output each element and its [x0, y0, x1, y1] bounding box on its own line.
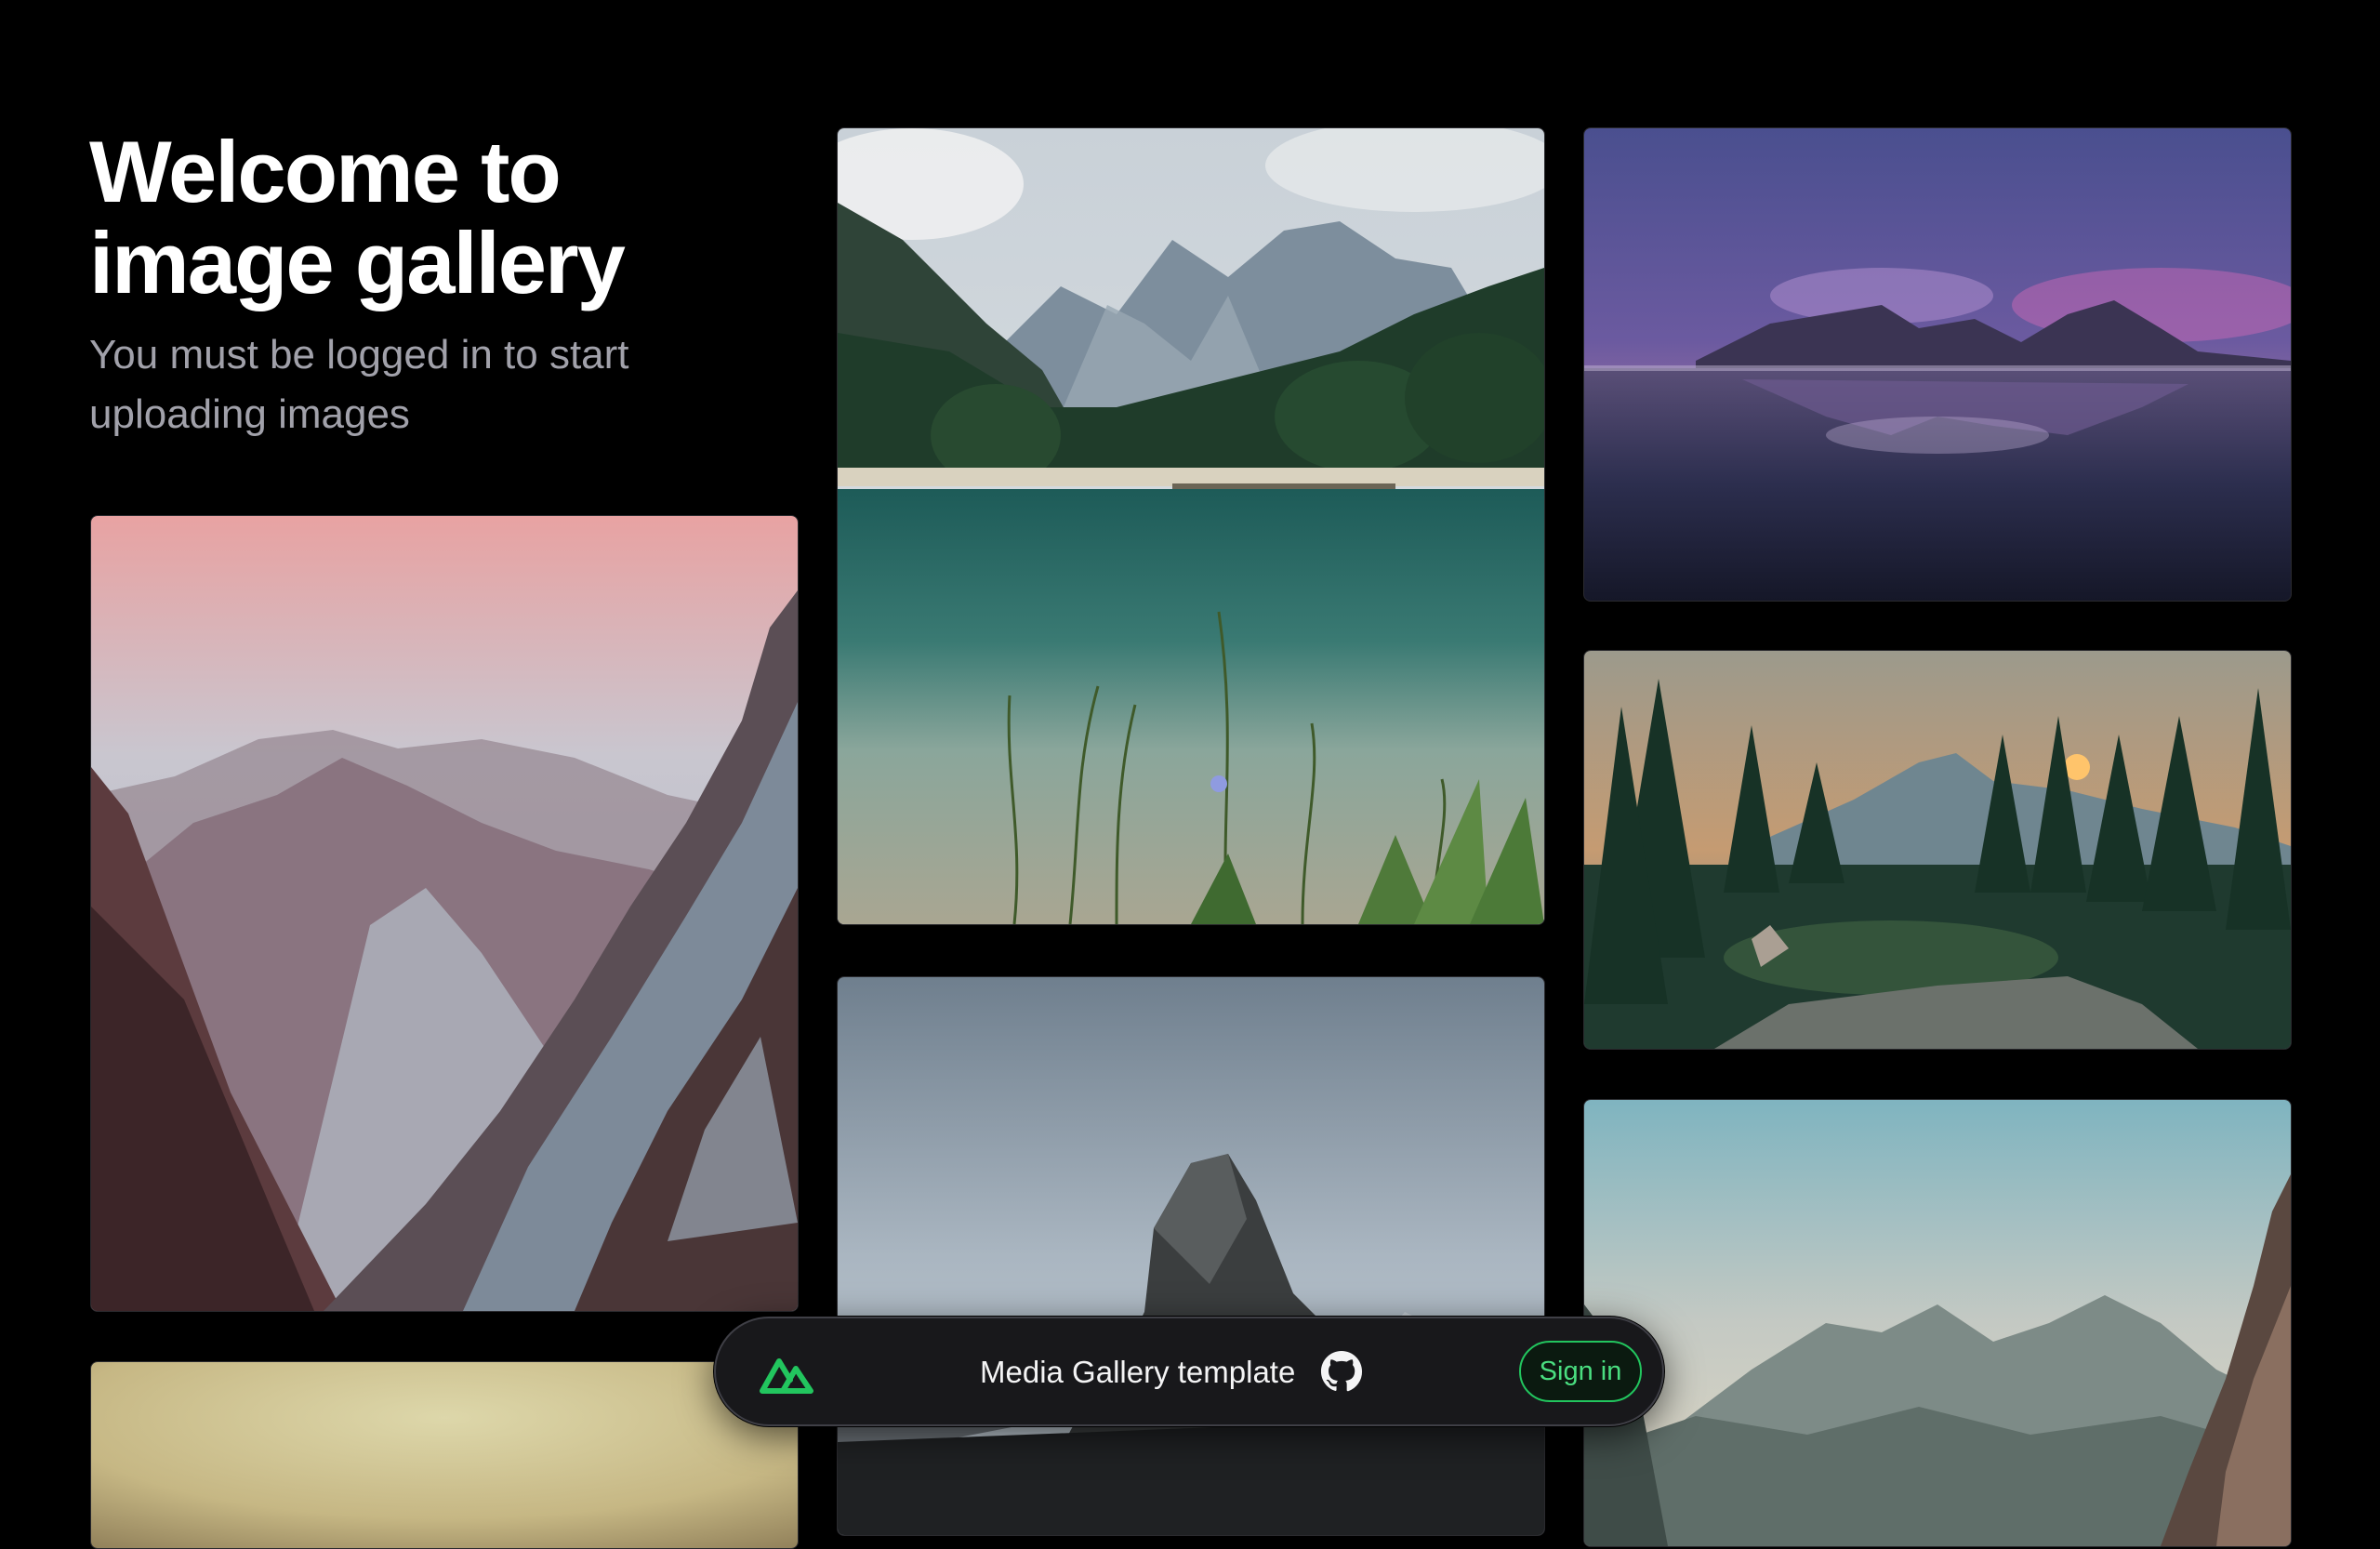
gallery-image-grey-sky-rock-peak[interactable] [837, 976, 1545, 1536]
landscape-illustration [838, 977, 1544, 1535]
gallery-image-lake-mountains[interactable] [837, 127, 1545, 925]
gallery-image-pink-sky-rocky-mountains[interactable] [90, 515, 799, 1312]
landscape-illustration [91, 516, 798, 1311]
page-title: Welcome to image gallery [89, 126, 777, 309]
gallery-image-teal-sky-misty-ridges[interactable] [1583, 1099, 2292, 1547]
intro-section: Welcome to image gallery You must be log… [89, 126, 777, 444]
github-icon[interactable] [1320, 1350, 1363, 1393]
nuxt-logo-icon[interactable] [759, 1346, 816, 1398]
gallery-image-sunset-reflection-beach[interactable] [1583, 127, 2292, 602]
page-title-line-2: image gallery [89, 214, 626, 311]
landscape-illustration [1584, 651, 2291, 1049]
bottom-toolbar: Media Gallery template Sign in [714, 1317, 1664, 1426]
login-hint: You must be logged in to start uploading… [89, 332, 629, 437]
landscape-illustration [1584, 1100, 2291, 1546]
landscape-illustration [91, 1362, 798, 1548]
template-title: Media Gallery template [980, 1355, 1296, 1389]
page-title-line-1: Welcome to [89, 123, 562, 220]
landscape-illustration [1584, 128, 2291, 601]
landscape-illustration [838, 128, 1544, 924]
sign-in-button[interactable]: Sign in [1519, 1341, 1642, 1402]
gallery-image-golden-haze[interactable] [90, 1361, 799, 1549]
gallery-image-forest-sunset-peak[interactable] [1583, 650, 2292, 1050]
